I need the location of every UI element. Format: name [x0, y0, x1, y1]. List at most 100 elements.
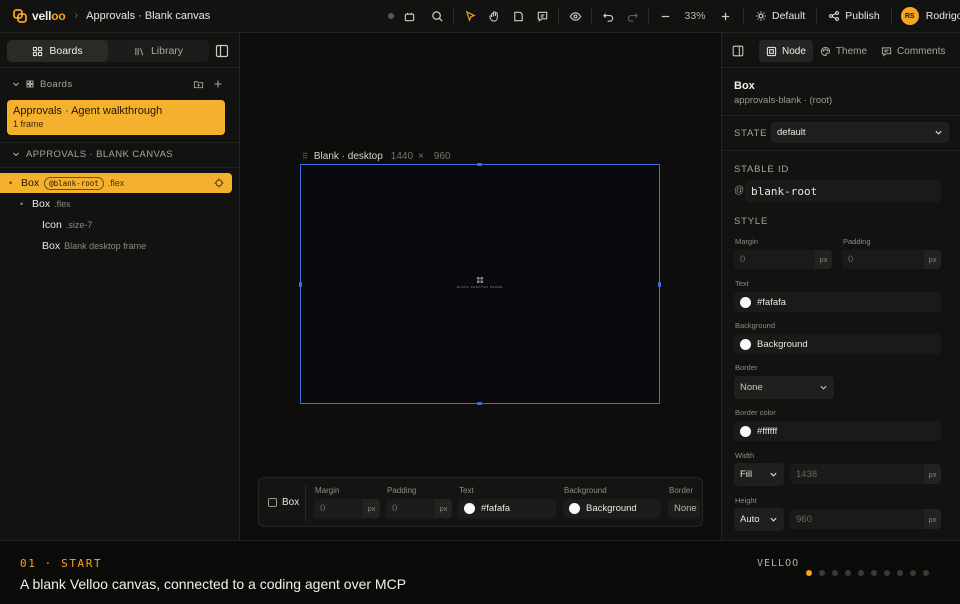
design-canvas[interactable]: ⠿ Blank · desktop 1440 × 960 BLANK DESKT… [240, 33, 721, 540]
new-folder-icon[interactable] [193, 79, 204, 90]
step-dot[interactable] [806, 570, 812, 576]
node-icon [766, 46, 777, 56]
user-menu[interactable]: RS Rodrigo [896, 5, 960, 27]
step-label: 01 · START [20, 557, 103, 570]
grid-icon [33, 46, 43, 56]
drag-handle-icon[interactable]: ⠿ [302, 152, 308, 161]
width-input[interactable]: 1438 px [790, 464, 941, 484]
inspector-tabs: Node Theme Comments [722, 40, 960, 62]
grid-icon [477, 277, 483, 283]
theme-button[interactable]: Default [748, 5, 812, 27]
chevron-down-icon [13, 152, 19, 157]
step-dot[interactable] [923, 570, 929, 576]
agent-icon[interactable] [397, 5, 421, 27]
frame-tool-icon[interactable] [506, 5, 530, 27]
height-input[interactable]: 960 px [790, 509, 941, 529]
chevron-down-icon [770, 517, 777, 522]
text-color-input[interactable]: #fafafa [458, 499, 556, 518]
layer-row-box-frame[interactable]: Box Blank desktop frame [0, 236, 239, 256]
color-swatch [740, 296, 751, 308]
color-swatch [740, 338, 751, 350]
padding-input[interactable]: 0 px [386, 499, 452, 518]
comment-tool-icon[interactable] [530, 5, 554, 27]
bullet: • [20, 199, 24, 209]
step-dot[interactable] [897, 570, 903, 576]
step-dot[interactable] [871, 570, 877, 576]
frame-label[interactable]: ⠿ Blank · desktop 1440 × 960 [302, 151, 451, 162]
left-sidebar: Boards Library Boards Approvals · Agent … [0, 33, 240, 540]
tab-node[interactable]: Node [759, 40, 813, 62]
step-dot[interactable] [910, 570, 916, 576]
preview-eye-icon[interactable] [563, 5, 587, 27]
layer-row-box[interactable]: • Box .flex [0, 194, 239, 214]
library-icon [135, 47, 144, 55]
border-color-input[interactable]: #ffffff [734, 421, 941, 441]
board-card-approvals[interactable]: Approvals · Agent walkthrough 1 frame [7, 100, 225, 135]
step-dot[interactable] [845, 570, 851, 576]
layer-row-icon[interactable]: Icon .size-7 [0, 215, 239, 235]
border-select[interactable]: None [668, 499, 700, 518]
stable-id-tag: @blank-root [44, 176, 104, 190]
color-swatch [569, 503, 580, 514]
canvas-section-header[interactable]: APPROVALS · BLANK CANVAS [0, 144, 239, 164]
color-swatch [464, 503, 475, 514]
hand-tool-icon[interactable] [482, 5, 506, 27]
selected-frame[interactable]: BLANK DESKTOP FRAME [299, 163, 661, 405]
node-path: approvals-blank · (root) [734, 95, 833, 106]
margin-input[interactable]: 0 px [734, 250, 832, 269]
background-color-input[interactable]: Background [563, 499, 661, 518]
target-icon[interactable] [214, 178, 224, 188]
border-select[interactable]: None [734, 376, 834, 399]
resize-handle-top[interactable] [477, 163, 482, 166]
breadcrumb[interactable]: Approvals · Blank canvas [86, 10, 210, 22]
redo-icon[interactable] [620, 5, 644, 27]
step-dot[interactable] [858, 570, 864, 576]
checkbox[interactable] [268, 498, 277, 507]
publish-button[interactable]: Publish [821, 5, 886, 27]
undo-icon[interactable] [596, 5, 620, 27]
element-toggle[interactable]: Box [268, 497, 299, 508]
text-color-input[interactable]: #fafafa [734, 292, 941, 312]
step-indicator [806, 570, 929, 576]
tab-library[interactable]: Library [108, 40, 209, 62]
chevron-down-icon [935, 130, 942, 135]
brand-name[interactable]: velloo [32, 9, 66, 23]
share-icon [829, 11, 840, 21]
step-dot[interactable] [819, 570, 825, 576]
height-mode-select[interactable]: Auto [734, 508, 784, 531]
tab-boards[interactable]: Boards [7, 40, 108, 62]
resize-handle-bottom[interactable] [477, 402, 482, 405]
search-icon[interactable] [425, 5, 449, 27]
step-dot[interactable] [832, 570, 838, 576]
comment-icon [881, 46, 892, 57]
palette-icon [820, 46, 831, 56]
collapse-sidebar-icon[interactable] [214, 43, 230, 59]
quick-props-bar: Box Margin 0 px Padding 0 px Text #fafafa … [258, 477, 703, 527]
background-color-input[interactable]: Background [734, 334, 941, 354]
select-tool-icon[interactable] [458, 5, 482, 27]
boards-icon [26, 80, 34, 88]
add-board-icon[interactable] [213, 79, 223, 89]
step-caption: A blank Velloo canvas, connected to a co… [20, 576, 407, 592]
zoom-out-icon[interactable] [653, 5, 677, 27]
state-select[interactable]: default [771, 122, 949, 143]
margin-input[interactable]: 0 px [314, 499, 380, 518]
tab-comments[interactable]: Comments [874, 40, 952, 62]
inspector-panel: Node Theme Comments Box approvals-blank … [721, 33, 960, 540]
bullet: • [9, 178, 13, 188]
step-dot[interactable] [884, 570, 890, 576]
frame-placeholder-text: BLANK DESKTOP FRAME [457, 285, 503, 289]
sun-icon [756, 11, 766, 21]
tab-theme[interactable]: Theme [813, 40, 874, 62]
padding-input[interactable]: 0 px [842, 250, 941, 269]
boards-section-header[interactable]: Boards [0, 74, 239, 94]
frame-placeholder: BLANK DESKTOP FRAME [301, 277, 659, 289]
avatar: RS [900, 7, 919, 25]
collapse-panel-icon[interactable] [731, 44, 745, 58]
zoom-level[interactable]: 33% [677, 10, 713, 22]
layer-row-box-root[interactable]: • Box @blank-root .flex [0, 173, 232, 193]
walkthrough-footer: 01 · START A blank Velloo canvas, connec… [0, 540, 960, 604]
stable-id-input[interactable]: blank-root [745, 180, 941, 202]
width-mode-select[interactable]: Fill [734, 463, 784, 486]
zoom-in-icon[interactable] [713, 5, 737, 27]
